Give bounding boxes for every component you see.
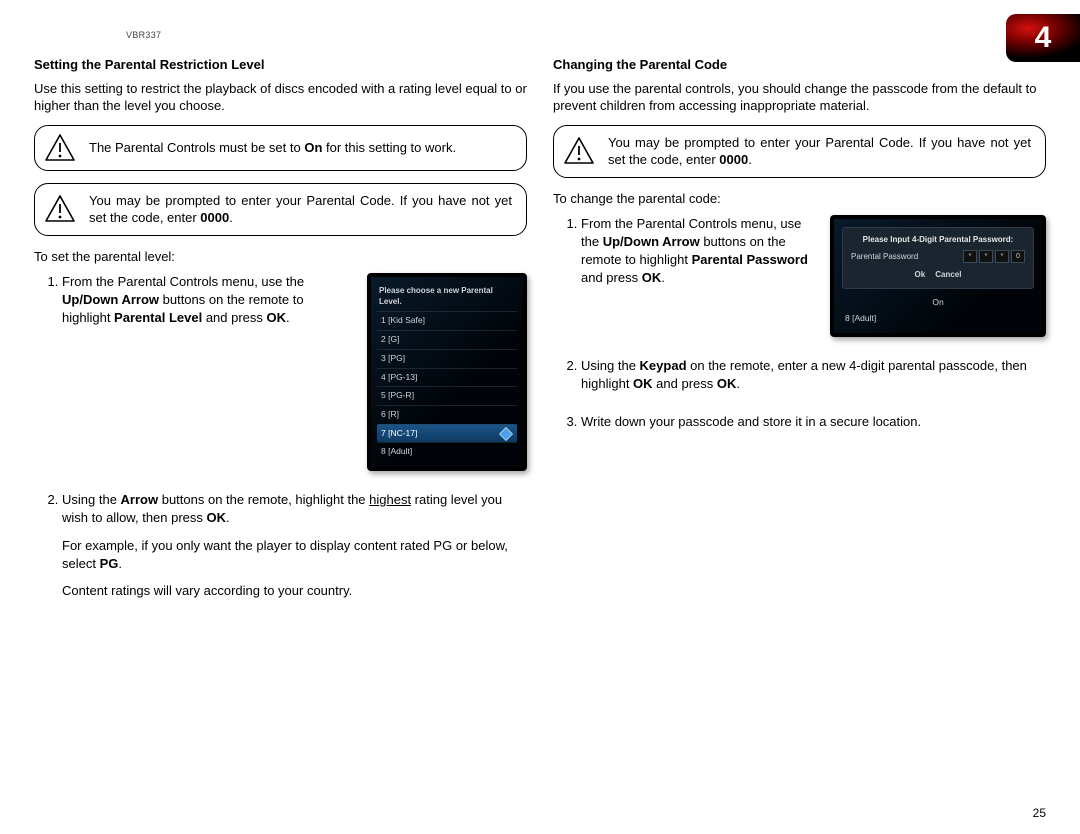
steps-left: From the Parental Controls menu, use the… (34, 273, 527, 599)
steps-right: From the Parental Controls menu, use the… (553, 215, 1046, 430)
section-title-right: Changing the Parental Code (553, 56, 1046, 74)
warning-icon (45, 195, 75, 223)
lead-right: To change the parental code: (553, 190, 1046, 208)
under-on: On (842, 295, 1034, 311)
intro-left: Use this setting to restrict the playbac… (34, 80, 527, 115)
screen-row: 1 [Kid Safe] (377, 311, 517, 330)
callout-text: You may be prompted to enter your Parent… (89, 192, 512, 227)
screen-row: 8 [Adult] (377, 442, 517, 461)
model-code: VBR337 (126, 30, 1046, 40)
chapter-number: 4 (1035, 21, 1052, 55)
warning-icon (564, 137, 594, 165)
warning-icon (45, 134, 75, 162)
callout-on-required: The Parental Controls must be set to On … (34, 125, 527, 171)
step2-sub1: For example, if you only want the player… (62, 537, 527, 572)
chapter-tab: 4 (1006, 14, 1080, 62)
page-number: 25 (1033, 806, 1046, 820)
callout-text: You may be prompted to enter your Parent… (608, 134, 1031, 169)
left-column: Setting the Parental Restriction Level U… (34, 56, 527, 620)
section-title-left: Setting the Parental Restriction Level (34, 56, 527, 74)
password-boxes: * * * 0 (963, 250, 1025, 263)
screen-row: 4 [PG-13] (377, 368, 517, 387)
screen-row: 5 [PG-R] (377, 386, 517, 405)
screen-row-highlight: 7 [NC-17] (377, 424, 517, 443)
dialog-ok: Ok (915, 269, 926, 280)
step-2-left: Using the Arrow buttons on the remote, h… (62, 491, 527, 600)
callout-code-right: You may be prompted to enter your Parent… (553, 125, 1046, 178)
dialog-cancel: Cancel (935, 269, 961, 280)
dialog-title: Please Input 4-Digit Parental Password: (851, 234, 1025, 245)
step2-sub2: Content ratings will vary according to y… (62, 582, 527, 600)
step-3-right: Write down your passcode and store it in… (581, 413, 1046, 431)
lead-left: To set the parental level: (34, 248, 527, 266)
callout-text: The Parental Controls must be set to On … (89, 139, 512, 157)
screenshot-parental-level: Please choose a new Parental Level. 1 [K… (367, 273, 527, 471)
under-adult: 8 [Adult] (842, 311, 1034, 327)
diamond-icon (499, 426, 513, 440)
screen-row: 6 [R] (377, 405, 517, 424)
step-1-right: From the Parental Controls menu, use the… (581, 215, 1046, 337)
dialog-label: Parental Password (851, 251, 918, 262)
screen-title: Please choose a new Parental Level. (379, 285, 515, 307)
screenshot-parental-password: Please Input 4-Digit Parental Password: … (830, 215, 1046, 337)
step-2-right: Using the Keypad on the remote, enter a … (581, 357, 1046, 393)
step-1-left: From the Parental Controls menu, use the… (62, 273, 527, 471)
callout-code-left: You may be prompted to enter your Parent… (34, 183, 527, 236)
right-column: Changing the Parental Code If you use th… (553, 56, 1046, 620)
screen-row: 2 [G] (377, 330, 517, 349)
screen-row: 3 [PG] (377, 349, 517, 368)
intro-right: If you use the parental controls, you sh… (553, 80, 1046, 115)
